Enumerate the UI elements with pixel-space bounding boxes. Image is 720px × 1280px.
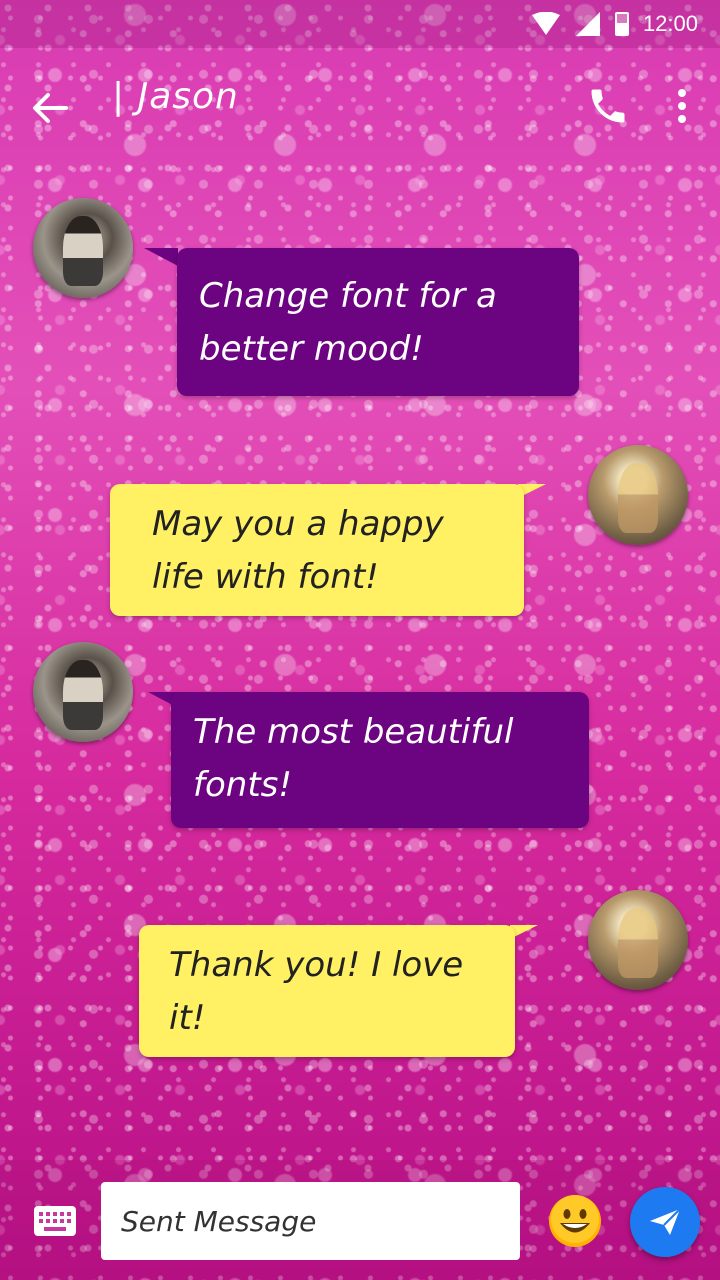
battery-icon [614,12,629,36]
conversation-header: | Jason [0,48,720,160]
keyboard-icon[interactable] [34,1206,76,1236]
incoming-message[interactable]: Change font for a better mood! [177,248,579,396]
incoming-message[interactable]: The most beautiful fonts! [171,692,589,828]
contact-avatar[interactable] [33,198,133,298]
send-button[interactable] [630,1187,700,1257]
wifi-icon [531,12,560,35]
user-avatar[interactable] [588,445,688,545]
status-time: 12:00 [642,11,698,36]
contact-avatar[interactable] [33,642,133,742]
outgoing-message[interactable]: May you a happy life with font! [110,484,524,616]
arrow-left-icon[interactable] [28,86,72,130]
status-bar: 12:00 [0,0,720,48]
contact-name: | Jason [112,76,239,117]
bubble-tail [144,248,178,266]
message-input[interactable] [101,1182,520,1260]
phone-icon[interactable] [586,84,630,128]
smiley-emoji-icon[interactable] [548,1194,602,1248]
user-avatar[interactable] [588,890,688,990]
glitter-background [0,0,720,1280]
outgoing-message[interactable]: Thank you! I love it! [139,925,515,1057]
send-icon [650,1208,681,1235]
more-vert-icon[interactable] [664,84,700,128]
signal-icon [575,12,600,36]
